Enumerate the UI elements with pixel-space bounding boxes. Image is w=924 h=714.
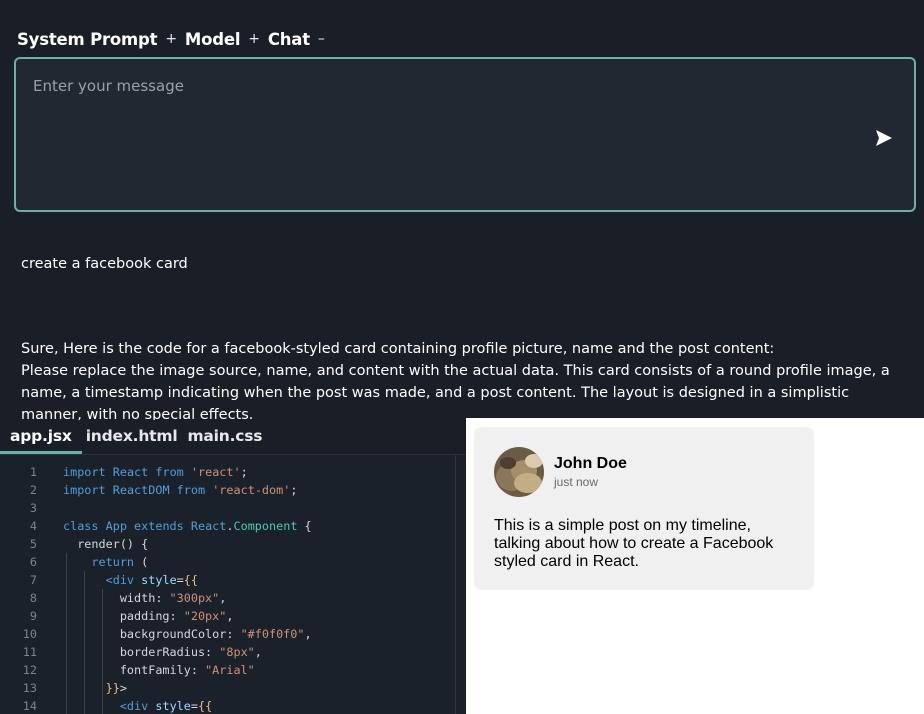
code-text: backgroundColor: "#f0f0f0", <box>63 627 312 641</box>
line-number: 5 <box>29 537 37 551</box>
system-prompt-tab[interactable]: System Prompt <box>17 30 158 49</box>
line-number: 2 <box>29 483 37 497</box>
code-line[interactable]: 12 fontFamily: "Arial" <box>0 661 455 679</box>
line-number: 3 <box>29 501 37 515</box>
code-line[interactable]: 11 borderRadius: "8px", <box>0 643 455 661</box>
line-number: 1 <box>29 465 37 479</box>
line-number: 6 <box>29 555 37 569</box>
code-text: }}> <box>105 681 127 695</box>
code-line[interactable]: 10 backgroundColor: "#f0f0f0", <box>0 625 455 643</box>
tab-main-css[interactable]: main.css <box>183 425 268 454</box>
code-text: class App extends React.Component { <box>63 519 312 533</box>
code-text: fontFamily: "Arial" <box>63 663 255 677</box>
send-icon <box>876 130 892 146</box>
facebook-card: John Doe just now This is a simple post … <box>474 427 814 590</box>
line-number: 11 <box>22 645 37 659</box>
code-line[interactable]: 8 width: "300px", <box>0 589 455 607</box>
chat-tab[interactable]: Chat <box>268 30 310 49</box>
message-composer <box>14 57 916 212</box>
editor-tabs: app.jsx index.html main.css <box>0 425 466 454</box>
assistant-message: Sure, Here is the code for a facebook-st… <box>21 338 911 420</box>
line-number: 10 <box>22 627 37 641</box>
tab-app-jsx[interactable]: app.jsx <box>0 425 82 454</box>
code-text: import React from 'react'; <box>63 465 248 479</box>
post-content: This is a simple post on my timeline, ta… <box>494 517 774 570</box>
code-text: padding: "20px", <box>63 609 234 623</box>
line-number: 9 <box>29 609 37 623</box>
code-line[interactable]: 1 import React from 'react'; <box>0 463 455 481</box>
profile-name: John Doe <box>554 455 627 472</box>
send-button[interactable] <box>875 129 893 147</box>
code-line[interactable]: 6 return ( <box>0 553 455 571</box>
profile-avatar <box>494 447 544 497</box>
code-line[interactable]: 2 import ReactDOM from 'react-dom'; <box>0 481 455 499</box>
line-number: 4 <box>29 519 37 533</box>
line-number: 7 <box>29 573 37 587</box>
code-text: import ReactDOM from 'react-dom'; <box>63 483 298 497</box>
chat-toggle[interactable]: – <box>318 31 325 47</box>
user-message: create a facebook card <box>21 256 188 272</box>
editor-divider <box>455 455 456 714</box>
message-input[interactable] <box>16 59 914 210</box>
code-text: render() { <box>63 537 149 551</box>
code-line[interactable]: 14 <div style={{ <box>0 697 455 714</box>
indent-guide <box>66 553 67 714</box>
code-text: width: "300px", <box>63 591 227 605</box>
tab-index-html[interactable]: index.html <box>82 425 184 454</box>
post-timestamp: just now <box>554 475 599 489</box>
top-nav: System Prompt + Model + Chat – <box>17 28 325 50</box>
indent-guide <box>84 571 85 714</box>
code-line[interactable]: 5 render() { <box>0 535 455 553</box>
code-line[interactable]: 4 class App extends React.Component { <box>0 517 455 535</box>
code-text: <div style={{ <box>119 699 213 713</box>
system-prompt-toggle[interactable]: + <box>165 31 177 47</box>
line-number: 14 <box>22 699 37 713</box>
code-text: return ( <box>91 555 149 569</box>
code-line[interactable]: 9 padding: "20px", <box>0 607 455 625</box>
model-tab[interactable]: Model <box>185 30 241 49</box>
code-line[interactable]: 7 <div style={{ <box>0 571 455 589</box>
line-number: 8 <box>29 591 37 605</box>
preview-pane: John Doe just now This is a simple post … <box>466 418 924 714</box>
code-line[interactable]: 13 }}> <box>0 679 455 697</box>
code-text: borderRadius: "8px", <box>63 645 262 659</box>
assistant-message-text: Sure, Here is the code for a facebook-st… <box>21 341 890 420</box>
line-number: 13 <box>22 681 37 695</box>
line-number: 12 <box>22 663 37 677</box>
indent-guide <box>102 589 103 714</box>
code-line[interactable]: 3 <box>0 499 455 517</box>
code-editor[interactable]: 1 import React from 'react'; 2 import React… <box>0 454 466 714</box>
model-toggle[interactable]: + <box>248 31 260 47</box>
